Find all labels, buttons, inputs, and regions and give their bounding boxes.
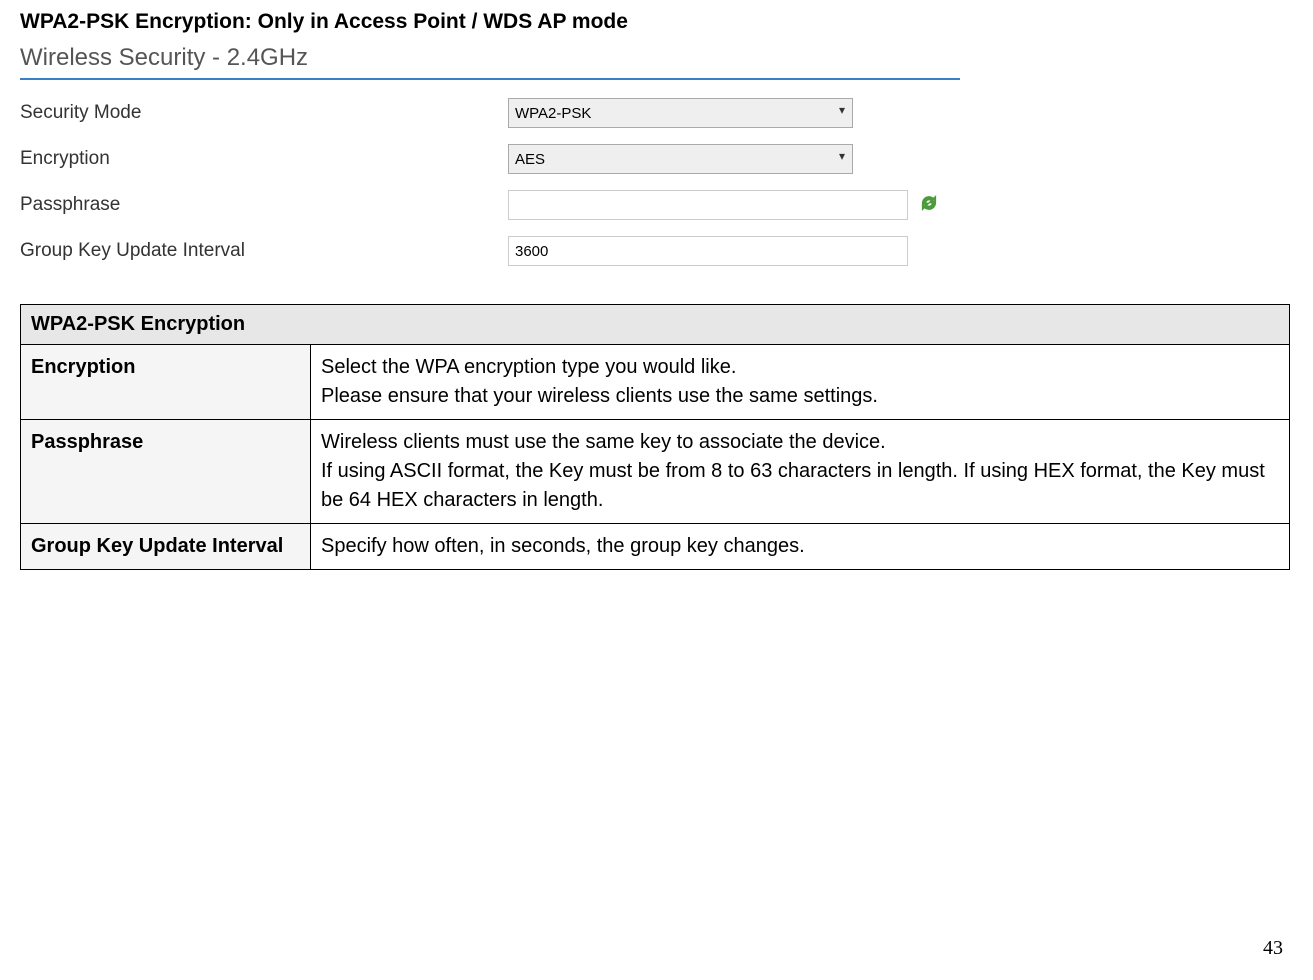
- page-number: 43: [1263, 937, 1283, 960]
- row-desc: Specify how often, in seconds, the group…: [311, 524, 1290, 570]
- page-heading: WPA2-PSK Encryption: Only in Access Poin…: [20, 10, 1293, 34]
- row-label: Passphrase: [21, 420, 311, 524]
- row-desc: Wireless clients must use the same key t…: [311, 420, 1290, 524]
- row-interval: Group Key Update Interval: [20, 228, 960, 274]
- table-row: Passphrase Wireless clients must use the…: [21, 420, 1290, 524]
- description-table: WPA2-PSK Encryption Encryption Select th…: [20, 304, 1290, 570]
- refresh-icon[interactable]: [920, 194, 938, 217]
- interval-input[interactable]: [508, 236, 908, 266]
- config-panel: Wireless Security - 2.4GHz Security Mode…: [20, 40, 960, 274]
- security-mode-select[interactable]: WPA2-PSK: [508, 98, 853, 128]
- row-label: Encryption: [21, 345, 311, 420]
- passphrase-label: Passphrase: [20, 194, 508, 216]
- row-security-mode: Security Mode WPA2-PSK: [20, 90, 960, 136]
- table-header: WPA2-PSK Encryption: [21, 305, 1290, 345]
- row-passphrase: Passphrase: [20, 182, 960, 228]
- encryption-select[interactable]: AES: [508, 144, 853, 174]
- table-row: Encryption Select the WPA encryption typ…: [21, 345, 1290, 420]
- panel-underline: [20, 78, 960, 80]
- security-mode-label: Security Mode: [20, 102, 508, 124]
- panel-title: Wireless Security - 2.4GHz: [20, 40, 960, 76]
- row-label: Group Key Update Interval: [21, 524, 311, 570]
- encryption-label: Encryption: [20, 148, 508, 170]
- passphrase-input[interactable]: [508, 190, 908, 220]
- interval-label: Group Key Update Interval: [20, 240, 508, 262]
- row-desc: Select the WPA encryption type you would…: [311, 345, 1290, 420]
- table-row: Group Key Update Interval Specify how of…: [21, 524, 1290, 570]
- row-encryption: Encryption AES: [20, 136, 960, 182]
